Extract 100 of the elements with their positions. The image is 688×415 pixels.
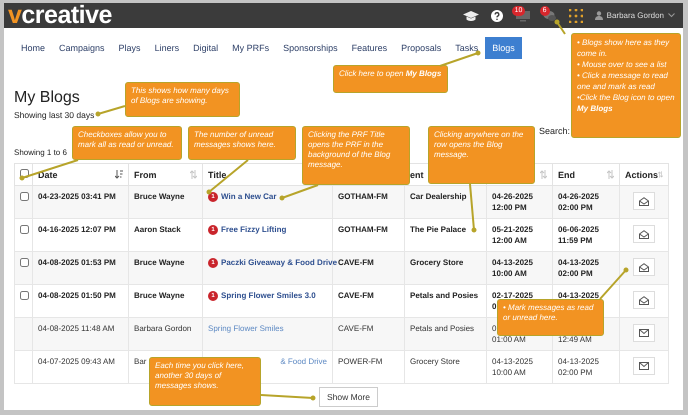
date-cell: 04-08-2025 11:48 AM [38,324,114,333]
callout-text: Checkboxes allow you to mark all as read or unread. [78,130,175,150]
date-line: 04-13-2025 [558,357,599,368]
callout-text: Clicking anywhere on the row opens the Blog message. [434,130,524,160]
nav-tab[interactable]: Blogs [485,37,522,59]
mark-read-button[interactable] [633,357,655,375]
time-line: 02:00 PM [558,202,593,213]
envelope-icon [639,329,649,337]
client-cell: Grocery Store [410,357,460,366]
time-line: 10:00 AM [492,368,526,378]
envelope-icon [639,362,649,370]
date-line: 0 [492,324,496,334]
help-icon[interactable] [490,10,503,22]
title-link[interactable]: Free Fizzy Lifting [221,225,286,236]
row-checkbox[interactable] [20,225,29,234]
mark-read-button[interactable] [633,324,655,342]
nav-tab[interactable]: Campaigns [52,37,112,59]
column-header[interactable]: Title [208,170,226,180]
graduation-cap-icon[interactable] [462,10,479,22]
callout-text: Click here to open My Blogs [339,69,442,79]
column-header[interactable]: From [134,170,156,180]
time-line: 0 [492,302,496,312]
from-cell: Aaron Stack [134,225,181,234]
date-line: 05-21-2025 [492,225,533,236]
nav-tab[interactable]: My PRFs [225,37,276,59]
title-link[interactable]: Paczki Giveaway & Food Drive [221,258,338,268]
time-line: 12:00 PM [492,202,527,213]
date-line: 04-13-2025 [558,291,599,302]
client-cell: Car Dealership [410,192,466,201]
title-link[interactable]: Win a New Car [221,192,276,202]
callout-text: Each time you click here, another 30 days of messages shows. [155,361,245,391]
user-name[interactable]: Barbara Gordon [606,11,664,20]
nav-tab[interactable]: Home [14,37,52,59]
callout-text: • Mouse over to see a list [577,59,667,70]
logo[interactable]: vcreative [8,1,112,30]
nav-tab[interactable]: Liners [148,37,186,59]
mark-read-button[interactable] [633,192,655,210]
open-envelope-icon [639,196,649,206]
apps-grid-icon[interactable] [568,8,583,22]
time-line: 10:00 AM [492,268,527,279]
date-line: 04-26-2025 [558,192,599,202]
callout-text: Clicking the PRF Title opens the PRF in the background of the Blog message. [308,130,392,170]
open-envelope-icon [639,296,649,304]
mark-read-button[interactable] [633,291,655,309]
search-label: Search: [538,126,570,136]
nav-tab[interactable]: Plays [112,37,148,59]
show-more-button[interactable]: Show More [319,387,378,407]
nav-tab[interactable]: Tasks [448,37,486,59]
open-envelope-icon [639,230,649,238]
date-cell: 04-08-2025 01:53 PM [38,258,116,267]
column-header[interactable]: End [558,170,575,180]
date-line: 04-13-2025 [492,357,533,368]
column-header[interactable]: ent [410,170,424,180]
chevron-down-icon[interactable] [668,13,675,18]
client-cell: The Pie Palace [410,225,466,234]
mark-read-button[interactable] [633,258,655,276]
station-cell: CAVE-FM [338,324,374,333]
date-cell: 04-16-2025 12:07 PM [38,225,116,234]
sort-icon[interactable] [115,170,123,179]
open-envelope-icon [639,262,649,272]
leader-line [554,20,566,35]
time-line: 02:00 PM [558,368,592,378]
client-cell: Petals and Posies [410,291,478,300]
time-line: 11:59 PM [558,236,592,246]
nav-tab[interactable]: Features [344,37,394,59]
date-line: 04-26-2025 [492,192,533,202]
callout-text: • Blogs show here as they come in. [577,37,670,59]
title-link[interactable]: Spring Flower Smiles 3.0 [221,291,316,302]
nav-tab[interactable]: Digital [186,37,226,59]
from-cell: Bar [134,357,146,366]
date-line: 04-13-2025 [558,258,599,268]
station-cell: POWER-FM [338,357,382,366]
row-checkbox[interactable] [20,192,29,201]
time-line: 01:00 AM [492,334,526,345]
date-cell: 04-23-2025 03:41 PM [38,192,116,201]
callout-text: • Click a message to read one and mark as read [577,70,669,92]
from-cell: Barbara Gordon [134,324,192,333]
station-cell: GOTHAM-FM [338,192,388,201]
date-line: 04-13-2025 [492,258,533,268]
mark-read-button[interactable] [633,225,655,243]
callout-text: The number of unread messages shows here. [194,130,277,150]
row-checkbox[interactable] [20,291,29,300]
date-line: 06-06-2025 [558,225,599,236]
callout-text: This shows how many days of Blogs are showing. [131,86,230,106]
date-cell: 04-08-2025 01:50 PM [38,291,116,300]
client-cell: Petals and Posies [410,324,474,333]
client-cell: Grocery Store [410,258,464,267]
row-checkbox[interactable] [20,258,29,267]
from-cell: Bruce Wayne [134,192,184,201]
showing-note: Showing 1 to 6 [14,148,67,157]
range-note: Showing last 30 days [14,110,94,120]
station-cell: GOTHAM-FM [338,225,388,234]
select-all-checkbox[interactable] [20,169,29,178]
nav-tab[interactable]: Sponsorships [276,37,345,59]
page-title: My Blogs [14,89,80,107]
nav-tab[interactable]: Proposals [394,37,448,59]
user-icon [594,11,603,20]
time-line: 02:00 PM [558,268,593,279]
station-cell: CAVE-FM [338,291,374,300]
title-link[interactable]: & Food Drive [280,357,327,368]
